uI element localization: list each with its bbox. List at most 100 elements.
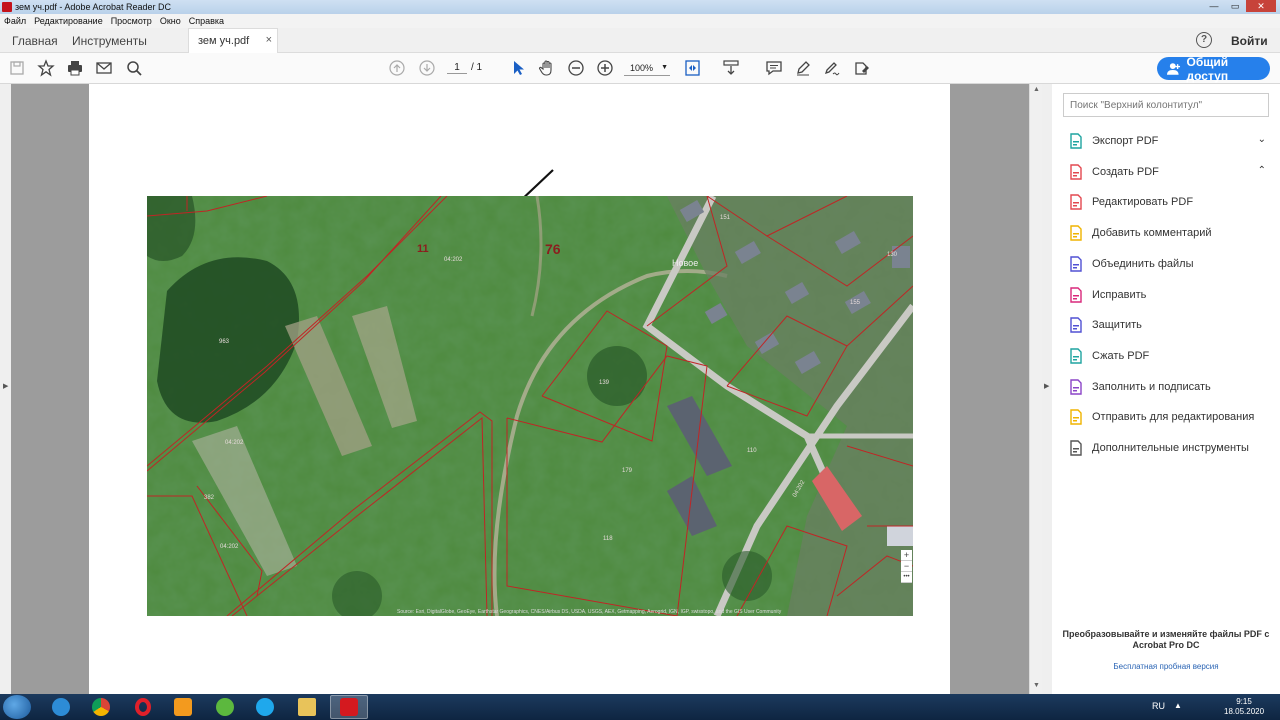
menu-view[interactable]: Просмотр bbox=[111, 16, 152, 26]
tab-home[interactable]: Главная bbox=[12, 34, 58, 48]
scroll-mode-icon[interactable] bbox=[722, 59, 740, 77]
fill-sign-stamp-icon[interactable] bbox=[853, 59, 871, 77]
bookmark-star-icon[interactable] bbox=[37, 59, 55, 77]
map-zoom-control: + − ••• bbox=[901, 550, 912, 583]
tray-expand-icon[interactable]: ▲ bbox=[1174, 701, 1182, 710]
tool-redact[interactable]: Исправить bbox=[1068, 285, 1268, 305]
comment-icon[interactable] bbox=[765, 59, 783, 77]
tools-pane: Экспорт PDF ⌄ Создать PDF ⌃ Редактировать PD… bbox=[1052, 84, 1280, 694]
tab-document[interactable]: зем уч.pdf × bbox=[188, 28, 278, 53]
search-icon[interactable] bbox=[125, 59, 143, 77]
tool-send-for-edit[interactable]: Отправить для редактирования bbox=[1068, 407, 1268, 427]
previous-page-icon[interactable] bbox=[388, 59, 406, 77]
acrobat-icon bbox=[340, 698, 358, 716]
chevron-down-icon[interactable]: ⌄ bbox=[1258, 134, 1266, 145]
right-panel-toggle[interactable]: ▶ bbox=[1042, 84, 1052, 694]
create-pdf-icon bbox=[1068, 163, 1084, 180]
folder-icon bbox=[298, 698, 316, 716]
zoom-level-value: 100% bbox=[630, 63, 654, 73]
tool-add-comment[interactable]: Добавить комментарий bbox=[1068, 223, 1268, 243]
opera-icon bbox=[135, 698, 151, 716]
free-trial-link[interactable]: Бесплатная пробная версия bbox=[1062, 662, 1270, 671]
scroll-up-arrow-icon[interactable]: ▲ bbox=[1033, 86, 1040, 93]
document-viewport[interactable]: ▶ 11 76 Новое 04:202 04:202 04:202 04:20… bbox=[0, 84, 1042, 694]
select-cursor-icon[interactable] bbox=[509, 59, 527, 77]
left-panel-toggle[interactable]: ▶ bbox=[0, 84, 11, 694]
next-page-icon[interactable] bbox=[418, 59, 436, 77]
tool-export-pdf[interactable]: Экспорт PDF ⌄ bbox=[1068, 131, 1268, 151]
taskbar-chrome[interactable] bbox=[82, 695, 120, 719]
tool-label: Добавить комментарий bbox=[1092, 227, 1212, 240]
protect-icon bbox=[1068, 317, 1084, 333]
cadastral-number-2: 04:202 bbox=[225, 440, 244, 446]
taskbar-acrobat[interactable] bbox=[330, 695, 368, 719]
email-icon[interactable] bbox=[95, 59, 113, 77]
tool-label: Отправить для редактирования bbox=[1092, 411, 1255, 424]
print-icon[interactable] bbox=[66, 59, 84, 77]
menu-file[interactable]: Файл bbox=[4, 16, 26, 26]
tool-edit-pdf[interactable]: Редактировать PDF bbox=[1068, 192, 1268, 212]
tab-tools[interactable]: Инструменты bbox=[72, 34, 147, 48]
taskbar-skype[interactable] bbox=[246, 695, 284, 719]
taskbar-icq[interactable] bbox=[206, 695, 244, 719]
share-button-label: Общий доступ bbox=[1186, 54, 1229, 83]
zoom-level-dropdown[interactable]: 100% ▼ bbox=[624, 61, 670, 76]
help-icon[interactable]: ? bbox=[1196, 32, 1212, 48]
menu-help[interactable]: Справка bbox=[189, 16, 224, 26]
highlight-pen-icon[interactable] bbox=[794, 59, 812, 77]
expand-left-arrow-icon[interactable]: ▶ bbox=[3, 382, 8, 390]
taskbar-opera[interactable] bbox=[124, 695, 162, 719]
add-comment-icon bbox=[1068, 225, 1084, 241]
tool-label: Заполнить и подписать bbox=[1092, 380, 1211, 393]
start-button[interactable] bbox=[3, 695, 31, 719]
tool-combine-files[interactable]: Объединить файлы bbox=[1068, 254, 1268, 274]
title-bar: зем уч.pdf - Adobe Acrobat Reader DC — ▭… bbox=[0, 0, 1280, 14]
ok-icon bbox=[174, 698, 192, 716]
cadastral-number-1: 04:202 bbox=[444, 257, 463, 263]
close-tab-icon[interactable]: × bbox=[266, 34, 272, 46]
vertical-scrollbar[interactable]: ▲ ▼ bbox=[1029, 84, 1042, 694]
menu-edit[interactable]: Редактирование bbox=[34, 16, 103, 26]
chevron-down-icon: ▼ bbox=[661, 64, 668, 71]
zoom-out-icon[interactable] bbox=[567, 59, 585, 77]
zoom-in-icon[interactable] bbox=[596, 59, 614, 77]
map-zoom-out-icon: − bbox=[901, 561, 912, 572]
tool-compress-pdf[interactable]: Сжать PDF bbox=[1068, 346, 1268, 366]
system-clock[interactable]: 9:15 18.05.2020 bbox=[1224, 697, 1264, 717]
fit-page-icon[interactable] bbox=[684, 59, 702, 77]
compress-pdf-icon bbox=[1068, 348, 1084, 364]
taskbar-explorer[interactable] bbox=[288, 695, 326, 719]
windows-taskbar: RU ▲ 9:15 18.05.2020 bbox=[0, 694, 1280, 720]
export-pdf-icon bbox=[1068, 133, 1084, 149]
page-number-input[interactable]: 1 bbox=[447, 62, 467, 74]
scroll-down-arrow-icon[interactable]: ▼ bbox=[1033, 682, 1040, 689]
toolbar: 1 / 1 100% ▼ Общий доступ bbox=[0, 53, 1280, 84]
map-more-icon: ••• bbox=[901, 572, 912, 583]
save-icon[interactable] bbox=[8, 59, 26, 77]
hand-tool-icon[interactable] bbox=[538, 59, 556, 77]
menu-window[interactable]: Окно bbox=[160, 16, 181, 26]
tool-label: Исправить bbox=[1092, 288, 1147, 301]
tool-more-tools[interactable]: Дополнительные инструменты bbox=[1068, 438, 1268, 458]
taskbar-ie[interactable] bbox=[42, 695, 80, 719]
map-attribution: Source: Esri, DigitalGlobe, GeoEye, Eart… bbox=[397, 609, 782, 615]
tool-protect[interactable]: Защитить bbox=[1068, 315, 1268, 335]
taskbar-odnoklassniki[interactable] bbox=[164, 695, 202, 719]
tool-label: Защитить bbox=[1092, 319, 1142, 332]
plot-number-155: 155 bbox=[850, 300, 861, 306]
tool-fill-and-sign[interactable]: Заполнить и подписать bbox=[1068, 377, 1268, 397]
maximize-button[interactable]: ▭ bbox=[1225, 0, 1245, 12]
tool-create-pdf[interactable]: Создать PDF ⌃ bbox=[1068, 162, 1268, 182]
minimize-button[interactable]: — bbox=[1204, 0, 1224, 12]
collapse-right-arrow-icon[interactable]: ▶ bbox=[1044, 382, 1049, 390]
chevron-up-icon[interactable]: ⌃ bbox=[1258, 165, 1266, 176]
edit-pdf-icon bbox=[1068, 194, 1084, 211]
tools-search-input[interactable] bbox=[1063, 93, 1269, 117]
window-title: зем уч.pdf - Adobe Acrobat Reader DC bbox=[15, 2, 171, 12]
tab-document-label: зем уч.pdf bbox=[198, 35, 250, 47]
language-indicator[interactable]: RU bbox=[1152, 701, 1165, 711]
sign-icon[interactable] bbox=[823, 59, 841, 77]
close-window-button[interactable]: ✕ bbox=[1246, 0, 1276, 12]
sign-in-button[interactable]: Войти bbox=[1231, 34, 1268, 48]
share-button[interactable]: Общий доступ bbox=[1157, 54, 1270, 83]
